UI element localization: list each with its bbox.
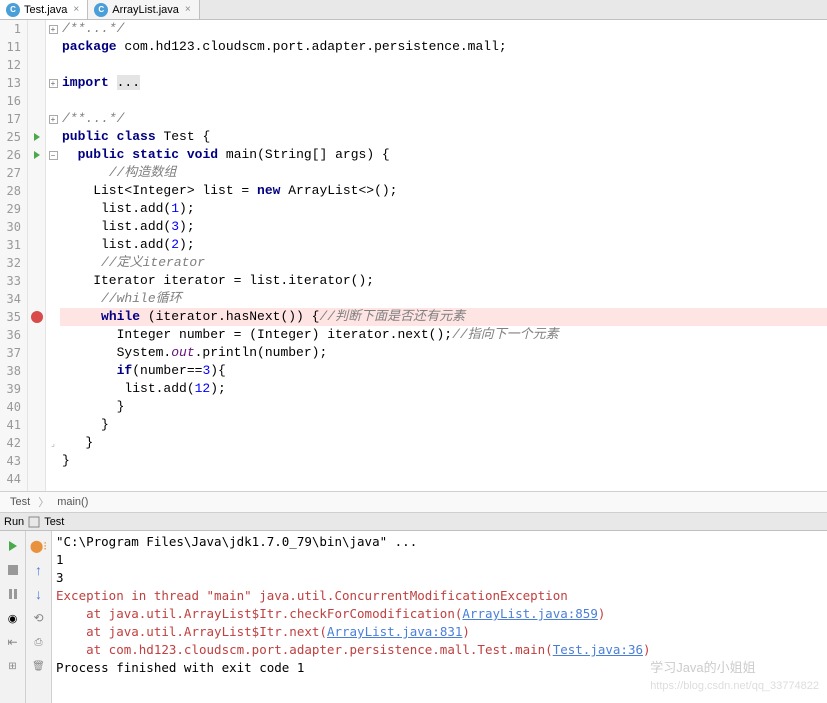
- runnable-icon[interactable]: [34, 151, 40, 159]
- run-toolbar-left: ◉ ⇤ ⊞: [0, 531, 26, 703]
- code-editor[interactable]: /**...*/ package com.hd123.cloudscm.port…: [60, 20, 827, 491]
- console-area: ◉ ⇤ ⊞ ⬤⁝ ↑ ↓ ⟲ ⎙ 🗑 "C:\Program Files\Jav…: [0, 531, 827, 703]
- exit-button[interactable]: ⇤: [2, 631, 24, 653]
- line-number: 39: [0, 380, 21, 398]
- console-line: "C:\Program Files\Java\jdk1.7.0_79\bin\j…: [56, 533, 823, 551]
- line-number: 35: [0, 308, 21, 326]
- line-number: 44: [0, 470, 21, 488]
- runnable-icon[interactable]: [34, 133, 40, 141]
- arrow-up-icon: ↑: [35, 562, 42, 578]
- line-number: 11: [0, 38, 21, 56]
- editor-tabs: C Test.java × C ArrayList.java ×: [0, 0, 827, 20]
- down-button[interactable]: ↓: [28, 583, 50, 605]
- tab-arraylist-java[interactable]: C ArrayList.java ×: [88, 0, 199, 19]
- run-tool-header: Run Test: [0, 513, 827, 531]
- stacktrace-link[interactable]: ArrayList.java:831: [327, 624, 462, 639]
- editor-area: 1 11 12 13 16 17 25 26 27 28 29 30 31 32…: [0, 20, 827, 491]
- step-icon: ⬤⁝: [30, 539, 47, 553]
- line-number: 43: [0, 452, 21, 470]
- stop-icon: [8, 565, 18, 575]
- line-number: 36: [0, 326, 21, 344]
- dump-button[interactable]: ◉: [2, 607, 24, 629]
- layout-icon: ⊞: [8, 661, 16, 672]
- line-number: 40: [0, 398, 21, 416]
- console-line: 3: [56, 569, 823, 587]
- line-number: 27: [0, 164, 21, 182]
- arrow-down-icon: ↓: [35, 586, 42, 602]
- stacktrace-link[interactable]: Test.java:36: [553, 642, 643, 657]
- step-button[interactable]: ⬤⁝: [28, 535, 50, 557]
- fold-gutter: + + + − ⌟: [46, 20, 60, 491]
- close-icon[interactable]: ×: [71, 4, 81, 15]
- console-line: at java.util.ArrayList$Itr.checkForComod…: [56, 605, 823, 623]
- close-icon[interactable]: ×: [183, 4, 193, 15]
- tab-label: Test.java: [24, 4, 67, 16]
- layout-button[interactable]: ⊞: [2, 655, 24, 677]
- console-line: 1: [56, 551, 823, 569]
- run-label[interactable]: Run: [4, 516, 24, 528]
- breadcrumb-method[interactable]: main(): [57, 496, 88, 508]
- stop-button[interactable]: [2, 559, 24, 581]
- line-number: 31: [0, 236, 21, 254]
- run-config-icon: [28, 516, 40, 528]
- pause-icon: [9, 589, 17, 599]
- line-number: 17: [0, 110, 21, 128]
- play-icon: [9, 541, 17, 551]
- console-line: at java.util.ArrayList$Itr.next(ArrayLis…: [56, 623, 823, 641]
- watermark: 学习Java的小姐姐 https://blog.csdn.net/qq_3377…: [650, 659, 819, 695]
- line-number: 13: [0, 74, 21, 92]
- rerun-button[interactable]: [2, 535, 24, 557]
- console-line: Exception in thread "main" java.util.Con…: [56, 587, 823, 605]
- line-number: 12: [0, 56, 21, 74]
- line-number: 37: [0, 344, 21, 362]
- fold-icon[interactable]: +: [49, 79, 58, 88]
- line-number: 28: [0, 182, 21, 200]
- line-number: 30: [0, 218, 21, 236]
- class-icon: C: [94, 3, 108, 17]
- tab-label: ArrayList.java: [112, 4, 179, 16]
- line-number: 16: [0, 92, 21, 110]
- line-number: 26: [0, 146, 21, 164]
- pause-button[interactable]: [2, 583, 24, 605]
- camera-icon: ◉: [8, 612, 18, 625]
- console-output[interactable]: "C:\Program Files\Java\jdk1.7.0_79\bin\j…: [52, 531, 827, 703]
- tab-test-java[interactable]: C Test.java ×: [0, 0, 88, 19]
- line-number: 29: [0, 200, 21, 218]
- console-line: at com.hd123.cloudscm.port.adapter.persi…: [56, 641, 823, 659]
- up-button[interactable]: ↑: [28, 559, 50, 581]
- wrap-button[interactable]: ⟲: [28, 607, 50, 629]
- fold-end-icon[interactable]: ⌟: [51, 439, 55, 448]
- line-number: 38: [0, 362, 21, 380]
- line-gutter: 1 11 12 13 16 17 25 26 27 28 29 30 31 32…: [0, 20, 28, 491]
- wrap-icon: ⟲: [33, 611, 43, 625]
- chevron-right-icon: 〉: [38, 494, 49, 510]
- line-number: 34: [0, 290, 21, 308]
- print-icon: ⎙: [35, 637, 43, 648]
- line-number: 41: [0, 416, 21, 434]
- exit-icon: ⇤: [7, 635, 17, 649]
- line-number: 25: [0, 128, 21, 146]
- line-number: 42: [0, 434, 21, 452]
- stacktrace-link[interactable]: ArrayList.java:859: [462, 606, 597, 621]
- clear-button[interactable]: 🗑: [28, 655, 50, 677]
- breadcrumb: Test 〉 main(): [0, 491, 827, 513]
- marker-gutter[interactable]: [28, 20, 46, 491]
- line-number: 33: [0, 272, 21, 290]
- fold-icon[interactable]: −: [49, 151, 58, 160]
- fold-icon[interactable]: +: [49, 25, 58, 34]
- line-number: 32: [0, 254, 21, 272]
- print-button[interactable]: ⎙: [28, 631, 50, 653]
- fold-icon[interactable]: +: [49, 115, 58, 124]
- breakpoint-icon[interactable]: [31, 311, 43, 323]
- class-icon: C: [6, 3, 20, 17]
- run-config-name[interactable]: Test: [44, 516, 64, 528]
- trash-icon: 🗑: [32, 661, 45, 672]
- line-number: 1: [0, 20, 21, 38]
- breadcrumb-class[interactable]: Test: [10, 496, 30, 508]
- run-toolbar-right: ⬤⁝ ↑ ↓ ⟲ ⎙ 🗑: [26, 531, 52, 703]
